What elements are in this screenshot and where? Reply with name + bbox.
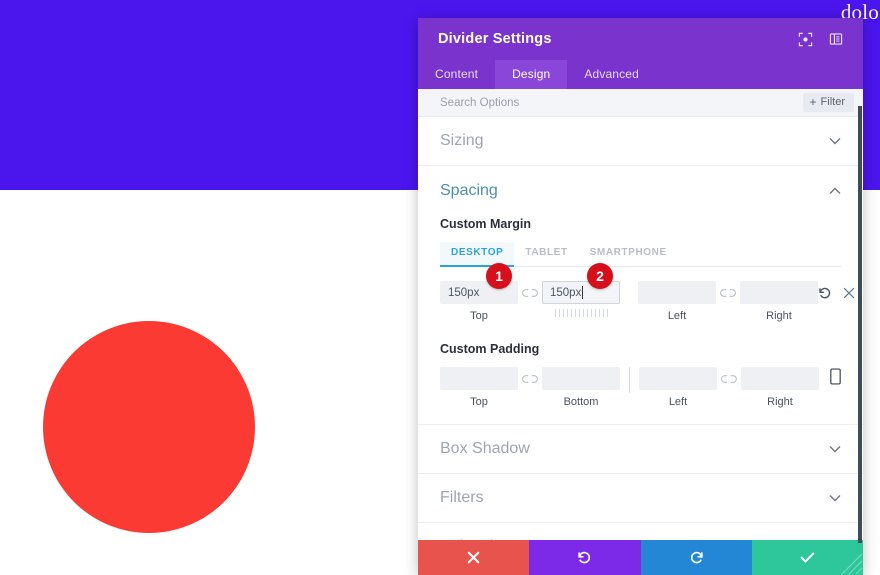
filter-button[interactable]: + Filter [802,93,854,112]
section-spacing[interactable]: Spacing [418,166,863,215]
custom-padding-fields: Top Bottom Left Right [440,367,841,408]
plus-icon: + [809,95,817,109]
reset-icon[interactable] [818,286,832,300]
callout-badge-1: 1 [486,263,512,289]
padding-left-input[interactable] [639,367,717,390]
filter-button-label: Filter [820,96,845,108]
section-spacing-label: Spacing [440,181,498,199]
margin-bottom-value: 150px [550,286,582,299]
margin-top-cell: 150px Top [440,281,518,322]
undo-button[interactable] [529,540,641,575]
padding-left-cell: Left [639,367,717,408]
custom-margin-label: Custom Margin [440,217,531,231]
padding-bottom-cell: Bottom [542,367,620,408]
padding-device-actions [830,367,841,390]
padding-right-cell: Right [741,367,819,408]
panel-scrollbar[interactable] [858,106,862,543]
modal-header-actions [798,32,843,47]
device-tab-tablet[interactable]: TABLET [514,242,578,267]
search-options-bar: + Filter [418,89,863,117]
padding-bottom-caption: Bottom [563,396,599,408]
margin-top-caption: Top [470,310,488,322]
link-left-right-icon[interactable] [716,281,740,304]
tab-content[interactable]: Content [418,60,495,89]
margin-left-caption: Left [667,310,687,322]
custom-padding-label: Custom Padding [440,342,540,356]
margin-left-cell: Left [638,281,716,322]
link-padding-top-bottom-icon[interactable] [518,367,542,390]
padding-group-divider [629,367,630,393]
layout-toggle-icon[interactable] [828,32,843,47]
tab-advanced[interactable]: Advanced [567,60,656,89]
padding-left-right-pair: Left Right [639,367,819,408]
section-sizing-label: Sizing [440,132,484,149]
padding-top-input[interactable] [440,367,518,390]
margin-bottom-cell: 150px [542,281,620,318]
margin-right-caption: Right [766,310,792,322]
margin-left-input[interactable] [638,281,716,304]
resize-handle[interactable] [841,553,863,575]
margin-right-cell: Right [740,281,818,322]
margin-right-input[interactable] [740,281,818,304]
section-animation[interactable]: Animation [418,523,863,540]
padding-right-input[interactable] [741,367,819,390]
redo-button[interactable] [640,540,752,575]
tab-design[interactable]: Design [495,60,568,89]
options-scroll-area[interactable]: Sizing Spacing Custom Margin DESKTOP TAB… [418,117,863,540]
link-top-bottom-icon[interactable] [518,281,542,304]
padding-top-caption: Top [470,396,488,408]
modal-action-bar [418,540,863,575]
chevron-down-icon [829,445,841,453]
close-icon[interactable] [843,287,855,299]
margin-row-actions [818,281,855,304]
smartphone-icon[interactable] [830,367,841,390]
chevron-up-icon [829,187,841,195]
section-box-shadow[interactable]: Box Shadow [418,425,863,474]
search-input[interactable] [440,96,740,109]
padding-top-bottom-pair: Top Bottom [440,367,620,408]
callout-badge-2: 2 [587,263,613,289]
divider-circle-shape [43,321,255,533]
padding-left-caption: Left [668,396,688,408]
padding-bottom-input[interactable] [542,367,620,390]
section-filters-label: Filters [440,489,484,506]
section-filters[interactable]: Filters [418,474,863,523]
modal-tab-bar: Content Design Advanced [418,60,863,89]
chevron-down-icon [829,137,841,145]
modal-header: Divider Settings [418,18,863,60]
cancel-button[interactable] [418,540,530,575]
fullscreen-icon[interactable] [798,32,813,47]
margin-left-right-pair: Left Right [638,281,818,322]
modal-title: Divider Settings [438,31,552,47]
spacing-section-body: Custom Margin DESKTOP TABLET SMARTPHONE … [418,217,863,425]
margin-bottom-slider-ruler[interactable] [542,309,620,318]
chevron-down-icon [829,494,841,502]
text-caret [582,286,584,299]
section-sizing[interactable]: Sizing [418,117,863,166]
link-padding-left-right-icon[interactable] [717,367,741,390]
divider-settings-modal: Divider Settings Content Design Advanced [418,18,863,575]
padding-right-caption: Right [767,396,793,408]
padding-top-cell: Top [440,367,518,408]
section-box-shadow-label: Box Shadow [440,440,530,457]
